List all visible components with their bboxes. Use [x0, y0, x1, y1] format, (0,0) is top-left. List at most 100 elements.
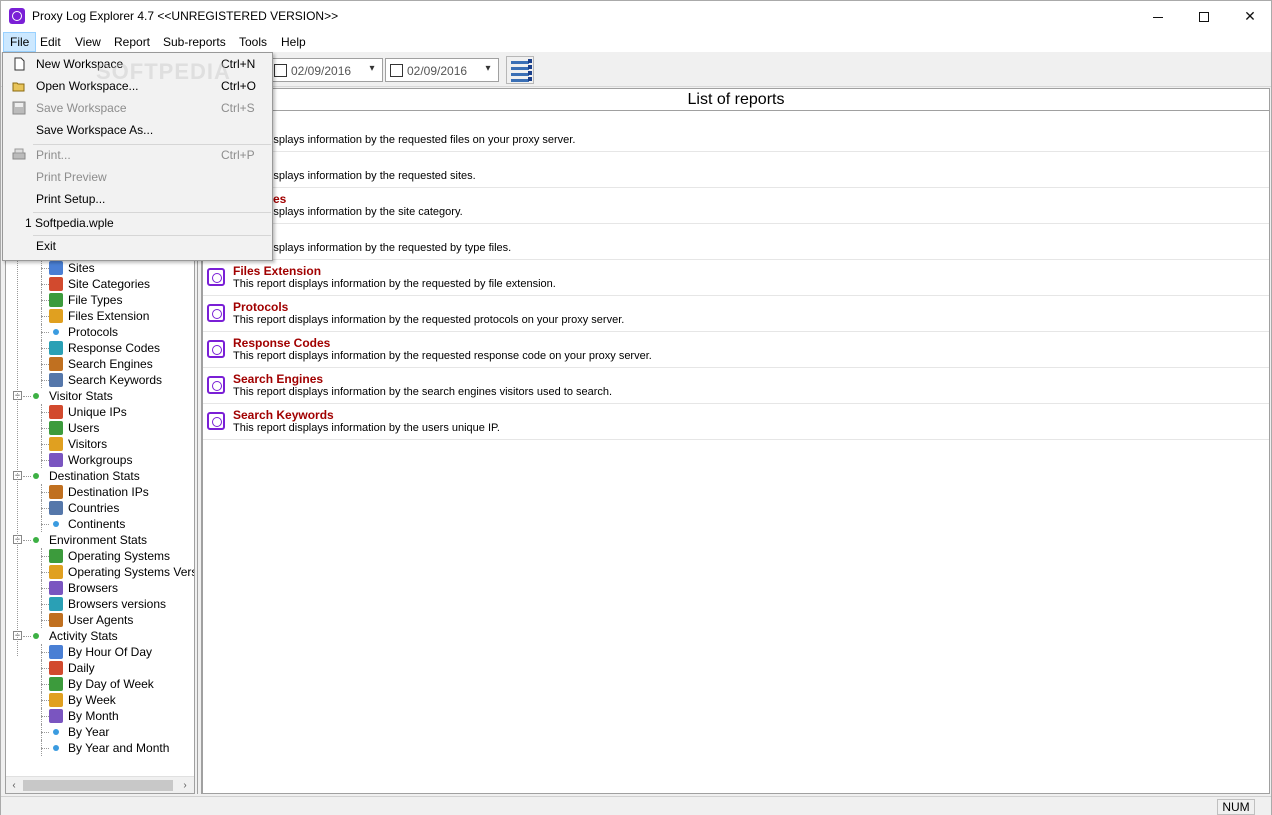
tree-item[interactable]: Protocols	[6, 324, 194, 340]
menu-sub-reports[interactable]: Sub-reports	[157, 32, 232, 52]
tree-connector	[41, 380, 49, 381]
report-list-item[interactable]: report displays information by the reque…	[203, 152, 1269, 188]
report-list-item[interactable]: Files Extension This report displays info…	[203, 260, 1269, 296]
report-list-item[interactable]: ategoriesreport displays information by …	[203, 188, 1269, 224]
menu-tools[interactable]: Tools	[233, 32, 273, 52]
tree-item-label: Search Engines	[68, 357, 153, 371]
report-title[interactable]: Search Engines	[233, 372, 323, 386]
scroll-right-icon[interactable]: ›	[177, 778, 193, 793]
tree-item[interactable]: − Destination Stats	[6, 468, 194, 484]
menu-file[interactable]: File	[3, 32, 37, 52]
menu-recent-file[interactable]: 1 Softpedia.wple	[3, 212, 272, 234]
scroll-left-icon[interactable]: ‹	[6, 778, 22, 793]
tree-item-label: Environment Stats	[49, 533, 148, 547]
report-list-item[interactable]: Response Codes This report displays infor…	[203, 332, 1269, 368]
tree-item[interactable]: User Agents	[6, 612, 194, 628]
menu-help[interactable]: Help	[275, 32, 312, 52]
report-list-item[interactable]: Search Keywords This report displays info…	[203, 404, 1269, 440]
close-button[interactable]: ✕	[1227, 1, 1272, 32]
tree-connector	[17, 260, 18, 656]
menu-new-workspace[interactable]: New Workspace Ctrl+N	[3, 53, 272, 75]
minimize-button[interactable]	[1135, 1, 1181, 32]
report-type-icon	[49, 453, 63, 467]
chevron-down-icon[interactable]: ▾	[481, 63, 495, 77]
menu-view[interactable]: View	[69, 32, 107, 52]
tree-item[interactable]: − Environment Stats	[6, 532, 194, 548]
tree-item-label: Unique IPs	[68, 405, 127, 419]
tree-item-label: File Types	[68, 293, 123, 307]
tree-item[interactable]: Browsers	[6, 580, 194, 596]
tree-item[interactable]: Visitors	[6, 436, 194, 452]
tree-item-label: Response Codes	[68, 341, 161, 355]
menu-item-label: Print Setup...	[36, 192, 106, 206]
report-title[interactable]: Files Extension	[233, 264, 321, 278]
chevron-down-icon[interactable]: ▾	[365, 63, 379, 77]
tree-item[interactable]: Daily	[6, 660, 194, 676]
file-menu-dropdown: New Workspace Ctrl+N Open Workspace... C…	[2, 52, 273, 261]
tree-item[interactable]: − Activity Stats	[6, 628, 194, 644]
tree-item[interactable]: Users	[6, 420, 194, 436]
tree-item-label: Operating Systems	[68, 549, 171, 563]
report-type-icon	[49, 581, 63, 595]
date-from-picker[interactable]: 02/09/2016 ▾	[269, 58, 383, 82]
menu-item-label: Print...	[36, 148, 71, 162]
tree-item[interactable]: Site Categories	[6, 276, 194, 292]
date-from-checkbox[interactable]	[274, 64, 287, 77]
report-type-icon	[49, 645, 63, 659]
date-to-picker[interactable]: 02/09/2016 ▾	[385, 58, 499, 82]
menu-report[interactable]: Report	[108, 32, 156, 52]
tree-item[interactable]: Files Extension	[6, 308, 194, 324]
date-to-checkbox[interactable]	[390, 64, 403, 77]
menu-open-workspace[interactable]: Open Workspace... Ctrl+O	[3, 75, 272, 97]
menu-exit[interactable]: Exit	[3, 235, 272, 257]
tree-horizontal-scrollbar[interactable]: ‹ ›	[6, 776, 194, 793]
tree-item[interactable]: Response Codes	[6, 340, 194, 356]
scrollbar-thumb[interactable]	[23, 780, 173, 791]
report-type-icon	[49, 677, 63, 691]
maximize-button[interactable]	[1181, 1, 1227, 32]
menu-item-label: Open Workspace...	[36, 79, 139, 93]
report-list-item[interactable]: Protocols This report displays informatio…	[203, 296, 1269, 332]
menu-edit[interactable]: Edit	[34, 32, 67, 52]
tree-item[interactable]: Search Engines	[6, 356, 194, 372]
report-title[interactable]: Response Codes	[233, 336, 330, 350]
tree-item[interactable]: Search Keywords	[6, 372, 194, 388]
tree-item-label: Site Categories	[68, 277, 151, 291]
tree-item[interactable]: By Year	[6, 724, 194, 740]
report-list-button[interactable]	[506, 56, 534, 84]
report-type-icon	[49, 565, 63, 579]
tree-item[interactable]: Operating Systems	[6, 548, 194, 564]
report-type-icon	[49, 485, 63, 499]
tree-item[interactable]: By Day of Week	[6, 676, 194, 692]
tree-item[interactable]: By Week	[6, 692, 194, 708]
report-list-item[interactable]: Search Engines This report displays infor…	[203, 368, 1269, 404]
tree-item-label: User Agents	[68, 613, 134, 627]
tree-item[interactable]: By Hour Of Day	[6, 644, 194, 660]
tree-item[interactable]: Countries	[6, 500, 194, 516]
tree-item[interactable]: Sites	[6, 260, 194, 276]
tree-item[interactable]: File Types	[6, 292, 194, 308]
report-icon	[207, 268, 225, 286]
report-icon	[207, 412, 225, 430]
report-type-icon	[49, 549, 63, 563]
report-list-item[interactable]: tsreport displays information by the req…	[203, 116, 1269, 152]
report-type-icon	[49, 261, 63, 275]
report-title[interactable]: Protocols	[233, 300, 288, 314]
tree-connector	[41, 652, 49, 653]
tree-item[interactable]: Operating Systems Version	[6, 564, 194, 580]
menu-print-setup[interactable]: Print Setup...	[3, 188, 272, 210]
tree-connector	[23, 476, 31, 477]
tree-item[interactable]: Browsers versions	[6, 596, 194, 612]
tree-connector	[41, 268, 49, 269]
tree-item[interactable]: − Visitor Stats	[6, 388, 194, 404]
tree-item[interactable]: Destination IPs	[6, 484, 194, 500]
report-list-item[interactable]: pesreport displays information by the re…	[203, 224, 1269, 260]
tree-item[interactable]: Workgroups	[6, 452, 194, 468]
tree-item[interactable]: Unique IPs	[6, 404, 194, 420]
tree-item[interactable]: By Month	[6, 708, 194, 724]
item-dot-icon	[53, 745, 59, 751]
report-title[interactable]: Search Keywords	[233, 408, 334, 422]
tree-item[interactable]: Continents	[6, 516, 194, 532]
tree-item[interactable]: By Year and Month	[6, 740, 194, 756]
menu-save-workspace-as[interactable]: Save Workspace As...	[3, 119, 272, 141]
